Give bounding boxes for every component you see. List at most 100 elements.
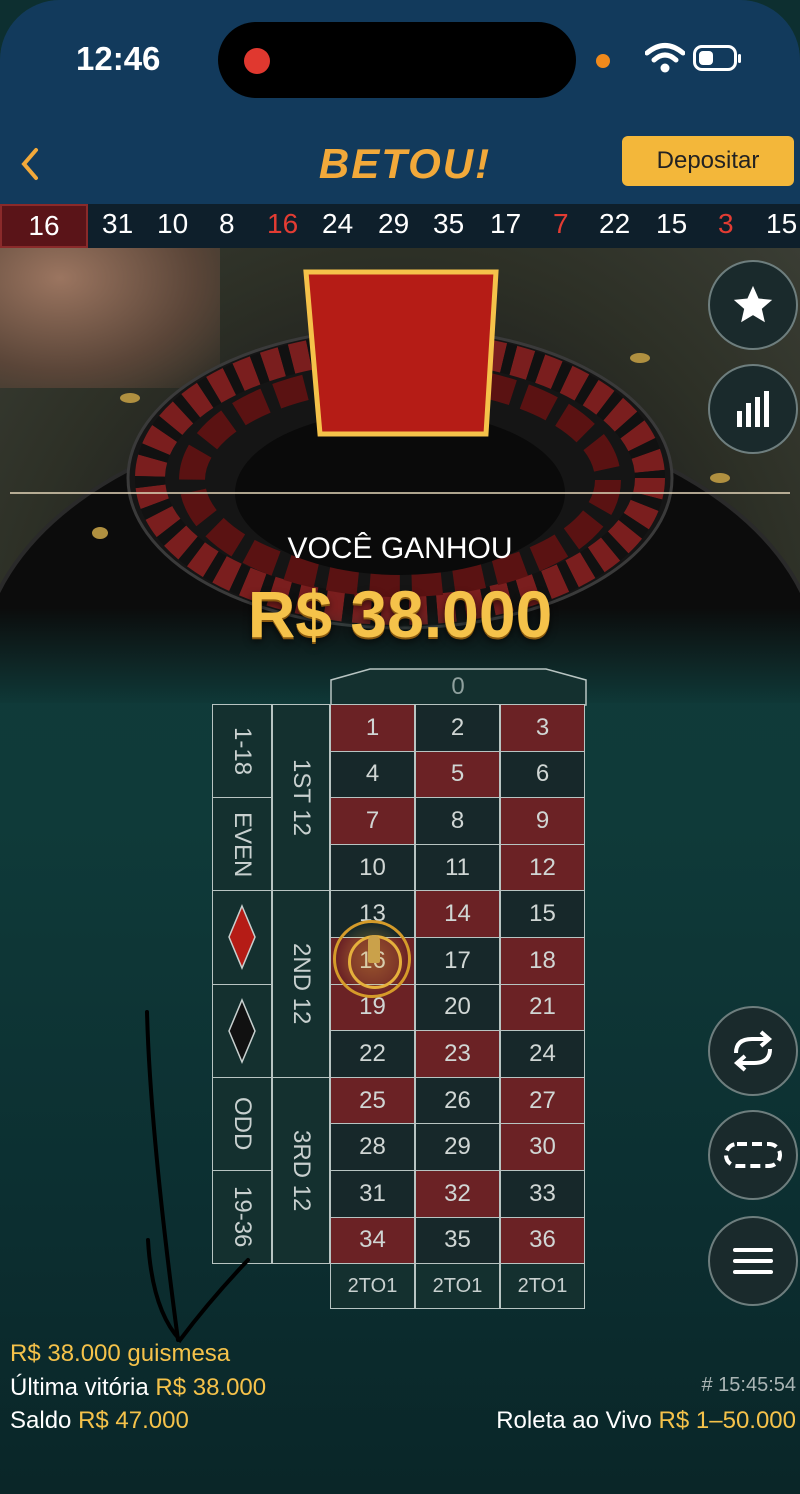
status-bar: 12:46 — [0, 0, 800, 122]
number-cell[interactable]: 3 — [500, 704, 585, 752]
balance-value: R$ 47.000 — [78, 1407, 189, 1434]
bet-limits: R$ 1–50.000 — [658, 1407, 796, 1434]
number-cell[interactable]: 28 — [330, 1123, 415, 1171]
number-cell[interactable]: 15 — [500, 890, 585, 938]
racetrack-button[interactable] — [708, 1110, 798, 1200]
dozen-bet-cell[interactable]: 1ST 12 — [272, 704, 330, 892]
dozen-bet-label: 1ST 12 — [288, 759, 315, 837]
number-cell[interactable]: 11 — [415, 843, 500, 892]
repeat-bet-button[interactable] — [708, 1006, 798, 1096]
column-bet-cell[interactable]: 2TO1 — [415, 1263, 500, 1310]
column-bet-cell[interactable]: 2TO1 — [330, 1263, 415, 1310]
brand-logo[interactable]: BETOU! — [300, 140, 510, 188]
history-result: 10 — [157, 208, 189, 239]
number-cell[interactable]: 24 — [500, 1030, 585, 1078]
number-cell[interactable]: 25 — [330, 1076, 415, 1125]
history-result: 15 — [766, 208, 798, 239]
history-result: 8 — [219, 208, 235, 239]
number-cell[interactable]: 8 — [415, 797, 500, 845]
number-cell[interactable]: 6 — [500, 750, 585, 799]
wifi-icon — [645, 43, 685, 73]
bet-chip-icon — [333, 920, 411, 998]
history-result: 17 — [490, 208, 522, 239]
last-win: Última vitória R$ 38.000 — [10, 1374, 266, 1402]
number-cell[interactable]: 2 — [415, 704, 500, 752]
status-time: 12:46 — [76, 40, 161, 77]
history-result: 7 — [553, 208, 569, 239]
dozen-bet-label: 3RD 12 — [288, 1129, 315, 1212]
red-bet-cell[interactable] — [212, 890, 272, 985]
racetrack-icon — [724, 1142, 782, 1168]
recording-indicator-icon — [244, 48, 270, 74]
balance-label: Saldo — [10, 1407, 72, 1434]
winning-color-marker — [303, 269, 499, 437]
number-cell[interactable]: 9 — [500, 797, 585, 845]
number-cell[interactable]: 31 — [330, 1170, 415, 1218]
results-history: 16 31 10 8 16 24 29 35 17 7 22 15 3 15 — [0, 204, 800, 248]
history-result: 31 — [102, 208, 134, 239]
number-cell[interactable]: 35 — [415, 1216, 500, 1265]
even-bet-cell[interactable]: EVEN — [212, 797, 272, 892]
battery-icon — [693, 45, 741, 71]
low-bet-cell[interactable]: 1-18 — [212, 704, 272, 799]
game-name: Roleta ao Vivo — [496, 1407, 652, 1434]
number-cell[interactable]: 27 — [500, 1076, 585, 1125]
deposit-button[interactable]: Depositar — [622, 136, 794, 186]
dozen-bet-cell[interactable]: 2ND 12 — [272, 890, 330, 1078]
red-diamond-icon — [228, 904, 256, 971]
number-cell[interactable]: 17 — [415, 937, 500, 985]
number-cell[interactable]: 36 — [500, 1216, 585, 1265]
star-icon — [733, 285, 773, 323]
even-bet-label: EVEN — [229, 811, 256, 877]
round-id: # 15:45:54 — [701, 1374, 796, 1396]
number-cell[interactable]: 32 — [415, 1170, 500, 1218]
last-win-value: R$ 38.000 — [155, 1374, 267, 1401]
number-cell[interactable]: 21 — [500, 983, 585, 1032]
number-cell[interactable]: 30 — [500, 1123, 585, 1171]
win-label: VOCÊ GANHOU — [287, 532, 513, 565]
repeat-icon — [733, 1030, 773, 1072]
zero-cell[interactable]: 0 — [330, 668, 586, 706]
number-cell[interactable]: 33 — [500, 1170, 585, 1218]
low-bet-label: 1-18 — [229, 727, 256, 776]
history-result: 22 — [599, 208, 631, 239]
column-bet-label: 2TO1 — [517, 1274, 568, 1297]
app-header: BETOU! Depositar — [0, 122, 800, 204]
number-cell[interactable]: 22 — [330, 1030, 415, 1078]
statistics-button[interactable] — [708, 364, 798, 454]
dozen-bet-label: 2ND 12 — [288, 943, 315, 1025]
number-cell[interactable]: 10 — [330, 843, 415, 892]
dozen-bet-cell[interactable]: 3RD 12 — [272, 1076, 330, 1265]
table-info: Roleta ao Vivo R$ 1–50.000 — [496, 1407, 796, 1435]
privacy-indicator-icon — [596, 54, 610, 68]
menu-button[interactable] — [708, 1216, 798, 1306]
menu-icon — [733, 1248, 773, 1274]
win-notification: R$ 38.000 guismesa — [10, 1340, 231, 1367]
history-result: 3 — [718, 208, 734, 239]
number-cell[interactable]: 12 — [500, 843, 585, 892]
history-result: 24 — [322, 208, 354, 239]
handwritten-arrow-annotation — [145, 1010, 250, 1344]
favorites-button[interactable] — [708, 260, 798, 350]
column-bet-cell[interactable]: 2TO1 — [500, 1263, 585, 1310]
history-result: 35 — [433, 208, 465, 239]
number-cell[interactable]: 1 — [330, 704, 415, 752]
column-bet-label: 2TO1 — [347, 1274, 398, 1297]
column-bet-label: 2TO1 — [432, 1274, 483, 1297]
number-cell[interactable]: 7 — [330, 797, 415, 845]
history-result: 15 — [656, 208, 688, 239]
history-latest-result: 16 — [0, 204, 88, 248]
number-cell[interactable]: 23 — [415, 1030, 500, 1078]
number-cell[interactable]: 5 — [415, 750, 500, 799]
number-cell[interactable]: 14 — [415, 890, 500, 938]
number-cell[interactable]: 20 — [415, 983, 500, 1032]
number-cell[interactable]: 29 — [415, 1123, 500, 1171]
dynamic-island — [218, 22, 576, 98]
number-cell[interactable]: 18 — [500, 937, 585, 985]
back-arrow-icon[interactable] — [16, 144, 46, 184]
number-cell[interactable]: 4 — [330, 750, 415, 799]
app-screen: 12:46 BETOU! Depositar 16 31 10 8 16 24 29 35 1… — [0, 0, 800, 1494]
balance: Saldo R$ 47.000 — [10, 1407, 189, 1435]
number-cell[interactable]: 26 — [415, 1076, 500, 1125]
number-cell[interactable]: 34 — [330, 1216, 415, 1265]
